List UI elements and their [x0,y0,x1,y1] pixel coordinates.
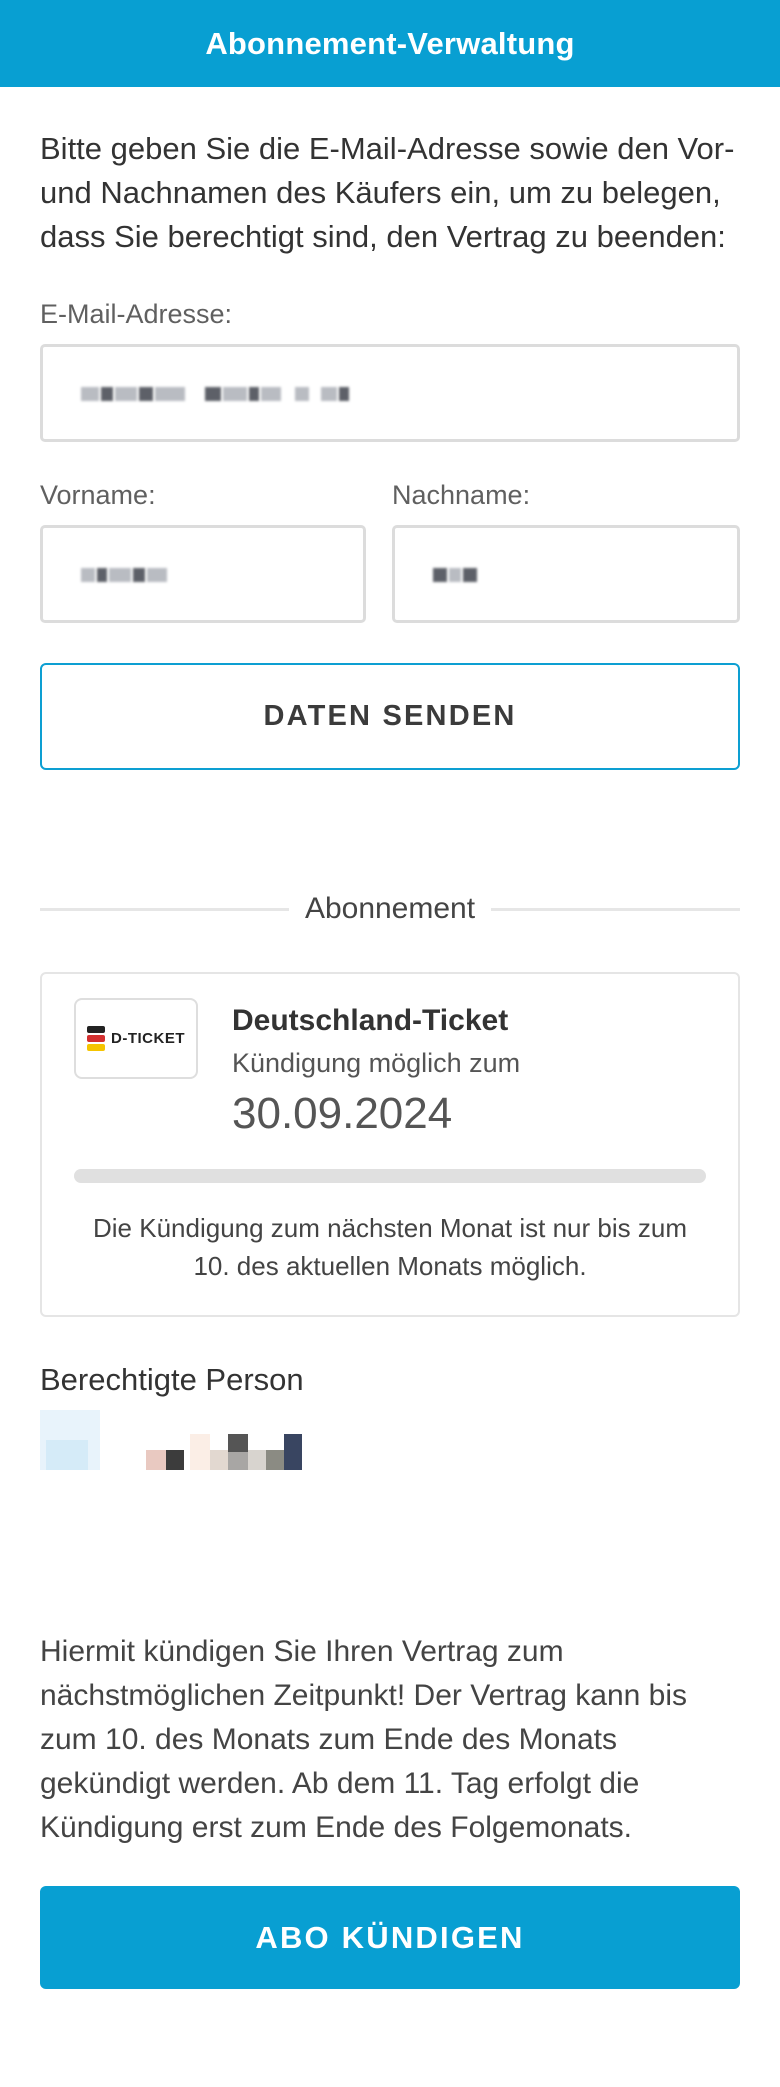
redacted-email [81,383,349,405]
firstname-label: Vorname: [40,480,156,510]
cancellation-info-text: Hiermit kündigen Sie Ihren Vertrag zum n… [40,1635,688,1844]
email-field[interactable] [40,344,740,442]
lastname-label: Nachname: [392,480,531,510]
firstname-field[interactable] [40,525,366,623]
cancel-progress-bar [74,1169,706,1183]
subscription-card: D-TICKET Deutschland-Ticket Kündigung mö… [40,972,740,1317]
cancel-note: Die Kündigung zum nächsten Monat ist nur… [93,1213,687,1281]
subscription-divider: Abonnement [40,892,741,926]
cancel-subscription-button[interactable]: ABO KÜNDIGEN [40,1886,740,1989]
divider-line-right [491,907,741,911]
logo-text: D-TICKET [111,1030,185,1047]
app-header: Abonnement-Verwaltung [0,0,780,87]
cancel-possible-label: Kündigung möglich zum [232,1048,521,1078]
page-title: Abonnement-Verwaltung [205,25,575,61]
subscription-title: Deutschland-Ticket [232,1004,509,1037]
divider-line-left [40,907,289,911]
send-data-button[interactable]: DATEN SENDEN [40,663,740,770]
authorized-person-title: Berechtigte Person [40,1362,304,1397]
redacted-lastname [433,564,477,586]
germany-flag-icon [87,1025,105,1052]
subscription-section-label: Abonnement [304,892,476,925]
email-label: E-Mail-Adresse: [40,299,233,329]
redacted-firstname [81,564,167,586]
lastname-field[interactable] [392,525,740,623]
cancel-date: 30.09.2024 [232,1089,453,1138]
d-ticket-logo: D-TICKET [74,998,198,1079]
main-content: Bitte geben Sie die E-Mail-Adresse sowie… [0,127,780,1989]
intro-text: Bitte geben Sie die E-Mail-Adresse sowie… [40,131,735,254]
redacted-person-name [40,1410,740,1500]
